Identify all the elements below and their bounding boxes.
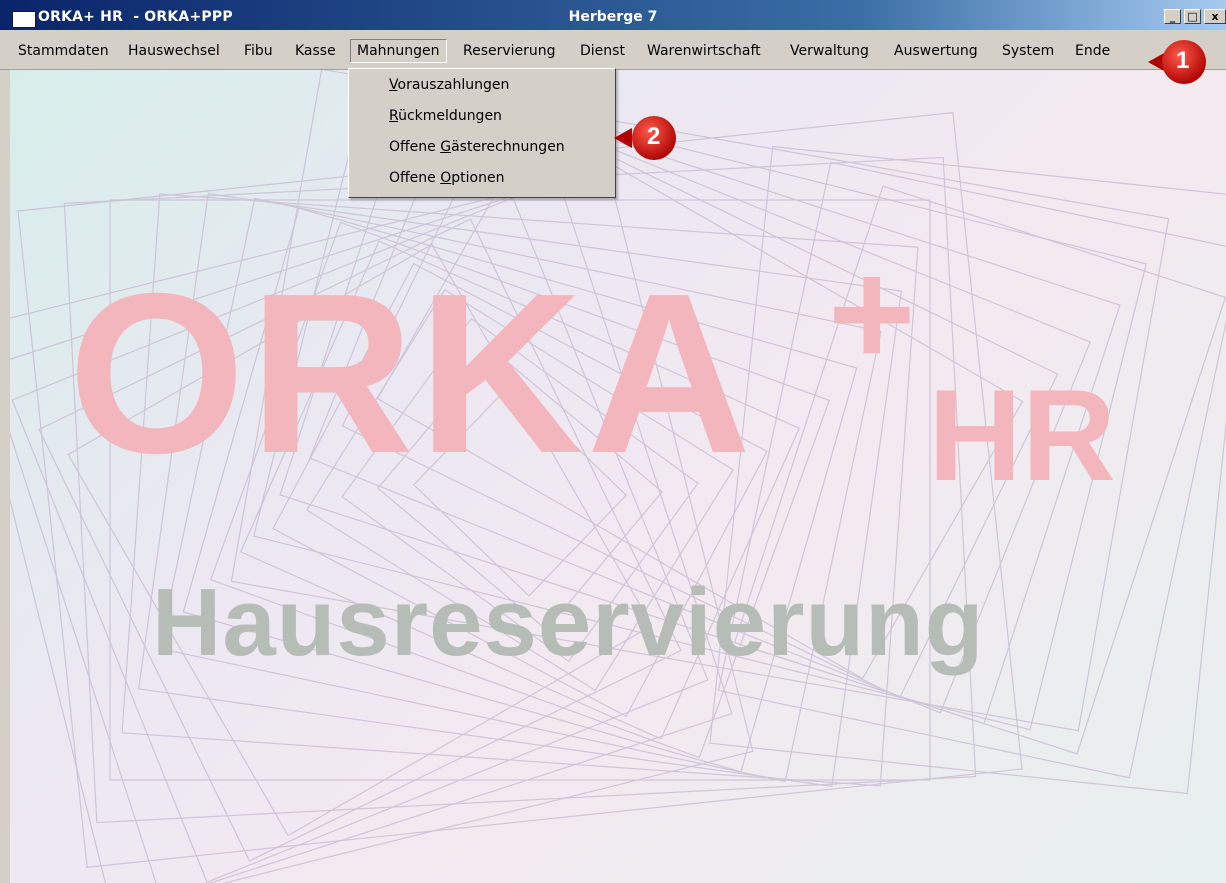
menu-bar: Stammdaten Hauswechsel Fibu Kasse Mahnun… [0,30,1226,70]
logo-suffix: HR [928,362,1116,508]
menu-ende[interactable]: Ende [1075,43,1110,59]
window-subtitle: Herberge 7 [568,9,658,25]
menu-dienst[interactable]: Dienst [580,43,625,59]
dropdown-item-offene-optionen[interactable]: Offene Optionen [389,170,504,186]
menu-hauswechsel[interactable]: Hauswechsel [128,43,220,59]
logo-subtitle: Hausreservierung [152,569,985,676]
logo-brand: ORKA [68,247,756,501]
menu-verwaltung[interactable]: Verwaltung [790,43,869,59]
close-button[interactable]: x [1204,9,1226,24]
menu-reservierung[interactable]: Reservierung [463,43,556,59]
logo-plus: + [828,229,916,397]
title-bar: ORKA+ HR - ORKA+PPP Herberge 7 _ □ x [0,0,1226,30]
menu-system[interactable]: System [1002,43,1054,59]
callout-1-label: 1 [1176,47,1190,74]
menu-fibu[interactable]: Fibu [244,43,273,59]
menu-warenwirtschaft[interactable]: Warenwirtschaft [647,43,761,59]
dropdown-item-vorauszahlungen[interactable]: Vorauszahlungen [389,77,509,93]
dropdown-item-rueckmeldungen[interactable]: Rückmeldungen [389,108,502,124]
dropdown-item-offene-gaesterechnungen[interactable]: Offene Gästerechnungen [389,139,565,155]
maximize-button[interactable]: □ [1184,9,1201,24]
menu-mahnungen[interactable]: Mahnungen [350,39,447,63]
menu-stammdaten[interactable]: Stammdaten [18,43,109,59]
callout-2: 2 [604,114,690,168]
menu-kasse[interactable]: Kasse [295,43,336,59]
menu-auswertung[interactable]: Auswertung [894,43,978,59]
minimize-button[interactable]: _ [1164,9,1181,24]
mahnungen-dropdown: Vorauszahlungen Rückmeldungen Offene Gäs… [348,68,616,198]
callout-2-label: 2 [647,123,661,150]
callout-1: 1 [1140,38,1220,92]
